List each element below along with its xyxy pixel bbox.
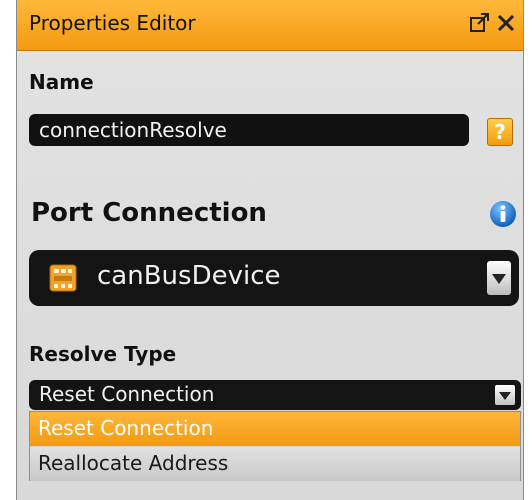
name-input[interactable]: connectionResolve: [29, 114, 469, 146]
dropdown-option-reset-connection[interactable]: Reset Connection: [30, 412, 520, 446]
device-icon: [49, 264, 77, 292]
popout-icon[interactable]: [469, 10, 491, 36]
port-connection-value: canBusDevice: [97, 261, 281, 291]
title-bar: Properties Editor: [17, 0, 523, 51]
info-icon[interactable]: [489, 200, 517, 228]
properties-editor-panel: Properties Editor Name connectionResolve…: [16, 0, 524, 500]
resolve-type-dropdown: Reset Connection Reallocate Address: [29, 411, 521, 481]
dropdown-option-reallocate-address[interactable]: Reallocate Address: [30, 447, 520, 481]
chevron-down-icon[interactable]: [487, 261, 511, 295]
close-icon[interactable]: [495, 10, 517, 36]
help-button[interactable]: ?: [487, 118, 513, 146]
chevron-down-icon[interactable]: [495, 385, 515, 405]
port-connection-label: Port Connection: [31, 198, 267, 228]
resolve-type-select[interactable]: Reset Connection: [29, 380, 521, 410]
name-label: Name: [29, 70, 94, 94]
port-connection-select[interactable]: canBusDevice: [29, 250, 519, 306]
resolve-type-value: Reset Connection: [39, 382, 215, 406]
resolve-type-label: Resolve Type: [29, 342, 177, 366]
title-actions: [469, 10, 517, 36]
panel-title: Properties Editor: [29, 11, 196, 35]
